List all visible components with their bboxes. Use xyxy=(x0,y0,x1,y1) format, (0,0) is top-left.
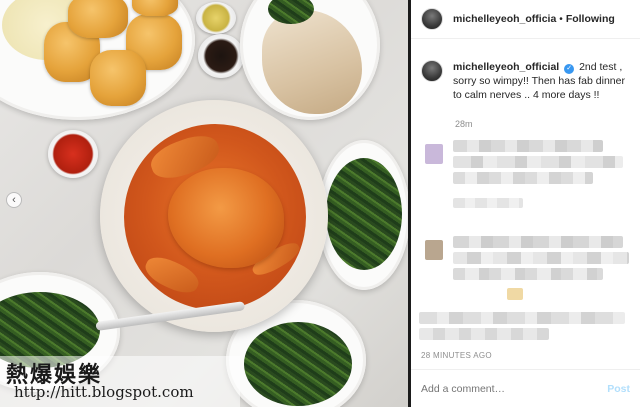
post-header: michelleyeoh_officia • Following xyxy=(411,0,640,39)
fried-bun xyxy=(90,50,146,106)
header-username[interactable]: michelleyeoh_officia xyxy=(453,13,556,25)
verified-badge-icon: ✓ xyxy=(564,64,575,74)
fried-bun xyxy=(68,0,128,38)
caption-text-block: michelleyeoh_official ✓ 2nd test , sorry… xyxy=(453,60,633,102)
chevron-left-icon: ‹ xyxy=(12,193,16,206)
censored-text xyxy=(419,312,625,324)
sauce-cup xyxy=(196,2,236,34)
censored-text xyxy=(453,236,623,248)
greens-bottom xyxy=(244,322,352,406)
caption: michelleyeoh_official ✓ 2nd test , sorry… xyxy=(421,60,633,102)
greens-right xyxy=(326,158,402,270)
censored-text xyxy=(419,328,549,340)
censored-avatar xyxy=(425,144,443,164)
post-comment-button[interactable]: Post xyxy=(607,383,630,395)
carousel-prev-button[interactable]: ‹ xyxy=(6,192,22,208)
censored-emoji xyxy=(507,288,523,300)
censored-text xyxy=(453,252,629,264)
fried-bun xyxy=(132,0,178,16)
following-button[interactable]: Following xyxy=(566,13,615,25)
post-sidebar: michelleyeoh_officia • Following michell… xyxy=(411,0,640,407)
censored-text xyxy=(453,140,603,152)
caption-time[interactable]: 28m xyxy=(455,119,473,129)
caption-username[interactable]: michelleyeoh_official xyxy=(453,61,559,73)
censored-avatar xyxy=(425,240,443,260)
watermark-url: http://hitt.blogspot.com xyxy=(14,383,194,401)
caption-avatar[interactable] xyxy=(421,60,443,82)
soy-cup xyxy=(198,34,244,78)
censored-text xyxy=(453,156,623,168)
header-separator: • xyxy=(559,13,563,25)
censored-text xyxy=(453,198,523,208)
censored-text xyxy=(453,268,603,280)
chili-dish xyxy=(48,130,98,178)
comment-input[interactable] xyxy=(421,382,581,395)
comment-bar: Post xyxy=(411,369,640,407)
post-timestamp[interactable]: 28 MINUTES AGO xyxy=(421,351,492,360)
censored-text xyxy=(453,172,593,184)
post-photo[interactable]: ‹ 熱爆娛樂 http://hitt.blogspot.com xyxy=(0,0,408,407)
avatar[interactable] xyxy=(421,8,443,30)
